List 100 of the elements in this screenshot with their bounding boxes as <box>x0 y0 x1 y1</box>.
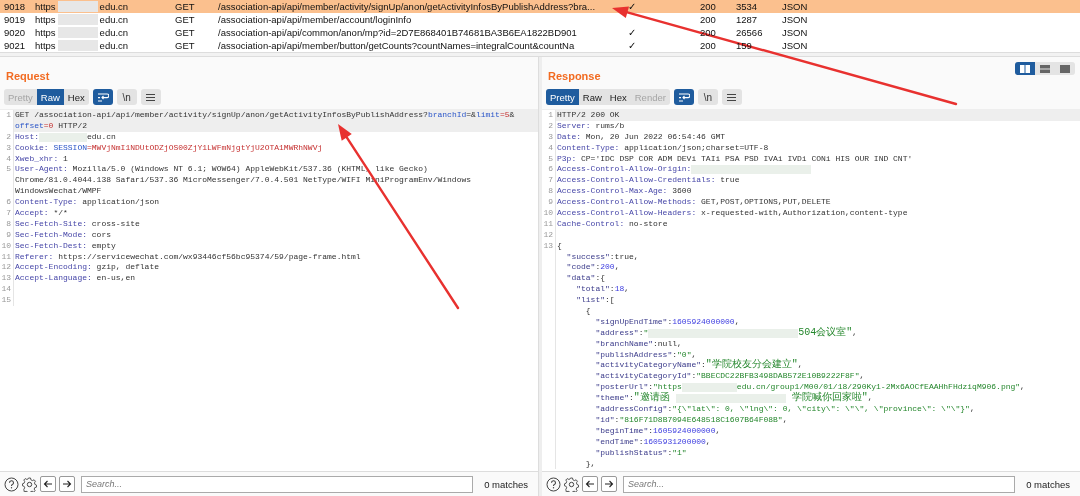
table-cell: edu.cn <box>99 40 129 51</box>
line-number: 4 <box>547 142 554 154</box>
settings-icon[interactable] <box>22 476 37 492</box>
help-icon[interactable] <box>4 476 19 492</box>
code-text: "activityCategoryName":"学院校友分会建立", <box>594 360 803 372</box>
table-cell: edu.cn <box>99 27 129 38</box>
search-field[interactable]: Search... <box>81 475 474 493</box>
wrap-icon <box>96 92 109 102</box>
view-tab[interactable]: Pretty <box>546 89 579 105</box>
code-text: "code":200, <box>565 262 620 274</box>
previous-button[interactable] <box>40 476 56 492</box>
line-number: 2 <box>5 131 12 143</box>
code-text: "signUpEndTime":1605924000000, <box>594 316 740 328</box>
code-text: Content-Type: application/json <box>15 197 160 209</box>
line-number: 3 <box>547 131 554 143</box>
next-button[interactable] <box>59 476 75 492</box>
newline-button[interactable]: \n <box>116 89 137 105</box>
line-number: 10 <box>0 240 12 252</box>
table-cell-text: 3534 <box>735 1 759 12</box>
table-cell-text: 26566 <box>735 27 764 38</box>
redaction-blur <box>57 27 98 38</box>
previous-button[interactable] <box>582 476 598 492</box>
code-text: }, <box>584 458 596 470</box>
view-tab[interactable]: Raw <box>578 89 606 105</box>
wrap-button[interactable] <box>673 89 694 105</box>
code-text: { <box>584 306 591 317</box>
line-number: 13 <box>0 273 12 285</box>
left-arrow-icon <box>43 479 53 489</box>
table-cell: https <box>35 14 56 25</box>
code-text: Server: rums/b <box>557 120 625 132</box>
newline-button[interactable]: \n <box>697 89 718 105</box>
table-cell-text: JSON <box>781 14 809 25</box>
wrap-button[interactable] <box>92 89 113 105</box>
code-text: "success":true, <box>565 251 639 263</box>
code-text: Date: Mon, 20 Jun 2022 06:54:46 GMT <box>557 131 726 143</box>
check-icon: ✓ <box>628 40 636 51</box>
code-text: "publishStatus":"1" <box>594 447 687 459</box>
code-text: Accept: */* <box>15 208 68 219</box>
settings-icon[interactable] <box>564 476 579 492</box>
line-number: 2 <box>547 120 554 132</box>
code-text: "posterUrl":"https <box>594 382 682 392</box>
check-icon: ✓ <box>628 27 636 38</box>
code-text: Content-Type: application/json;charset=UTF-8 <box>557 142 769 154</box>
code-text: P3p: CP='IDC DSP COR ADM DEVi TAIi PSA PSD IVAi IVDi CONi HIS OUR IND CNT' <box>557 153 913 165</box>
line-number: 1 <box>5 110 12 121</box>
code-text: User-Agent: Mozilla/5.0 (Windows NT 6.1; WOW64) AppleWebKit/537.36 (KHTML, like Gecko) <box>15 164 428 176</box>
menu-button[interactable] <box>721 89 742 105</box>
help-icon[interactable] <box>546 476 561 492</box>
table-cell-text: JSON <box>781 27 809 38</box>
line-number: 10 <box>542 208 554 219</box>
line-number: 12 <box>0 262 12 274</box>
line-number: 11 <box>542 218 554 230</box>
menu-icon <box>726 92 738 102</box>
code-text: Xweb_xhr: 1 <box>15 153 68 165</box>
table-cell: https <box>35 40 56 51</box>
line-number: 4 <box>5 153 12 165</box>
code-text: "theme":"邀请函 <box>594 393 671 405</box>
code-text: "branchName":null, <box>594 338 682 350</box>
next-button[interactable] <box>601 476 617 492</box>
code-text: "total":18, <box>575 284 630 296</box>
code-text: "endTime":1605931200000, <box>594 436 711 448</box>
view-tab[interactable]: Hex <box>63 89 89 105</box>
view-tab[interactable]: Hex <box>605 89 631 105</box>
right-arrow-icon <box>604 479 614 489</box>
code-text: Referer: https://servicewechat.com/wx93446cf56bc95374/59/page-frame.html <box>15 251 361 263</box>
split-columns-icon[interactable] <box>1015 62 1035 75</box>
table-cell-text: JSON <box>781 40 809 51</box>
menu-button[interactable] <box>140 89 161 105</box>
line-number: 9 <box>5 229 12 241</box>
code-text: "data":{ <box>565 273 605 285</box>
view-tab[interactable]: Raw <box>36 89 64 105</box>
table-cell: https <box>35 1 56 12</box>
code-text: Cache-Control: no-store <box>557 218 668 230</box>
code-text: edu.cn <box>87 131 116 143</box>
table-cell-text: /association-api/api/member/activity/signUp/anon/getActivityInfosByPublishAddress?bra... <box>217 1 597 12</box>
menu-icon <box>145 92 157 102</box>
selected-row[interactable]: 9018 https edu.cn GET /association-api/api/member/activity/signUp/anon/getActivityInfosByPublishAddress?bra... ✓ 200 3534 JSON <box>0 0 1080 13</box>
line-number: 1 <box>547 110 554 121</box>
code-text: Access-Control-Allow-Methods: GET,POST,OPTIONS,PUT,DELETE <box>557 197 831 209</box>
code-text: "publishAddress":"0", <box>594 349 697 361</box>
line-number: 6 <box>547 164 554 176</box>
table-cell-text: 9021 <box>3 40 27 51</box>
table-cell-text: 200 <box>699 14 717 25</box>
code-text: Sec-Fetch-Mode: cors <box>15 229 112 241</box>
search-field[interactable]: Search... <box>623 475 1016 493</box>
code-text: Access-Control-Allow-Credentials: true <box>557 175 740 187</box>
line-number: 9 <box>547 197 554 208</box>
line-number: 13 <box>542 240 554 252</box>
table-cell-text: /association-api/api/member/button/getCounts?countNames=integralCount&countNa <box>217 40 576 51</box>
pane-title: Response <box>548 69 601 83</box>
code-text: Sec-Fetch-Site: cross-site <box>15 218 140 230</box>
table-cell-text: GET <box>174 1 196 12</box>
redaction-blur <box>57 14 98 25</box>
code-text: "addressConfig":"{\"lat\": 0, \"lng\": 0, \"city\": \"\", \"province\": \"\"}", <box>594 404 975 415</box>
table-cell: edu.cn <box>99 14 129 25</box>
table-cell-text: /association-api/api/member/account/loginInfo <box>217 14 413 25</box>
code-text: "list":[ <box>575 295 615 307</box>
line-number: 7 <box>547 175 554 187</box>
code-text: Accept-Language: en-us,en <box>15 273 136 285</box>
code-text: Cookie: SESSION=MWVjNmI1NDUtODZjOS00ZjY1LWFmNjgtYjU2OTA1MWRhNWVj <box>15 142 323 154</box>
